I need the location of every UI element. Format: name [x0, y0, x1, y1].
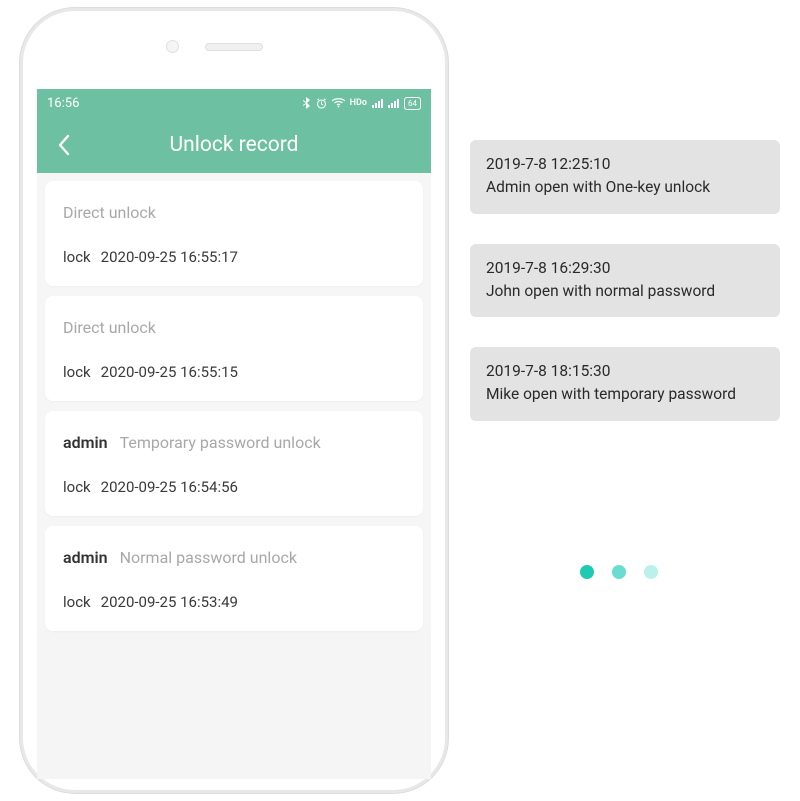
record-card[interactable]: Direct unlock lock 2020-09-25 16:55:15 — [45, 296, 423, 401]
record-timestamp: 2020-09-25 16:55:17 — [101, 248, 238, 266]
record-device: lock — [63, 478, 91, 496]
record-type: Direct unlock — [63, 203, 156, 222]
alarm-icon — [316, 98, 327, 109]
signal-icon-2 — [388, 98, 399, 108]
notification-message: Mike open with temporary password — [486, 383, 764, 406]
phone-top — [23, 11, 445, 89]
notification-time: 2019-7-8 16:29:30 — [486, 257, 764, 280]
record-type: Direct unlock — [63, 318, 156, 337]
record-card[interactable]: Direct unlock lock 2020-09-25 16:55:17 — [45, 181, 423, 286]
battery-indicator: 64 — [404, 97, 421, 110]
page-title: Unlock record — [37, 133, 431, 157]
notifications-panel: 2019-7-8 12:25:10 Admin open with One-ke… — [470, 140, 780, 451]
record-user: admin — [63, 433, 108, 452]
notification-time: 2019-7-8 18:15:30 — [486, 360, 764, 383]
hd-label: HDo — [350, 98, 367, 108]
record-timestamp: 2020-09-25 16:53:49 — [101, 593, 238, 611]
bluetooth-icon — [303, 97, 311, 109]
record-type: Temporary password unlock — [120, 433, 321, 452]
signal-icon-1 — [372, 98, 383, 108]
record-card[interactable]: admin Normal password unlock lock 2020-0… — [45, 526, 423, 631]
records-list[interactable]: Direct unlock lock 2020-09-25 16:55:17 D… — [37, 173, 431, 631]
wifi-icon — [332, 98, 345, 108]
status-icons: HDo 64 — [303, 97, 421, 110]
notification-message: Admin open with One-key unlock — [486, 176, 764, 199]
notification-item[interactable]: 2019-7-8 18:15:30 Mike open with tempora… — [470, 347, 780, 421]
record-device: lock — [63, 593, 91, 611]
status-bar: 16:56 HDo 64 — [37, 89, 431, 117]
notification-item[interactable]: 2019-7-8 12:25:10 Admin open with One-ke… — [470, 140, 780, 214]
pager-dot-2[interactable] — [612, 565, 626, 579]
back-button[interactable] — [49, 130, 79, 160]
record-device: lock — [63, 363, 91, 381]
pager-dot-1[interactable] — [580, 565, 594, 579]
record-card[interactable]: admin Temporary password unlock lock 202… — [45, 411, 423, 516]
record-type: Normal password unlock — [120, 548, 297, 567]
notification-message: John open with normal password — [486, 280, 764, 303]
carousel-pager[interactable] — [580, 565, 658, 579]
notification-time: 2019-7-8 12:25:10 — [486, 153, 764, 176]
record-device: lock — [63, 248, 91, 266]
notification-item[interactable]: 2019-7-8 16:29:30 John open with normal … — [470, 244, 780, 318]
record-user: admin — [63, 548, 108, 567]
header-bar: Unlock record — [37, 117, 431, 173]
record-timestamp: 2020-09-25 16:54:56 — [101, 478, 238, 496]
phone-screen: 16:56 HDo 64 — [37, 89, 431, 779]
phone-frame: 16:56 HDo 64 — [20, 8, 448, 793]
pager-dot-3[interactable] — [644, 565, 658, 579]
status-time: 16:56 — [47, 96, 79, 111]
record-timestamp: 2020-09-25 16:55:15 — [101, 363, 238, 381]
phone-camera — [166, 40, 179, 53]
phone-speaker — [205, 43, 263, 51]
chevron-left-icon — [57, 134, 71, 156]
